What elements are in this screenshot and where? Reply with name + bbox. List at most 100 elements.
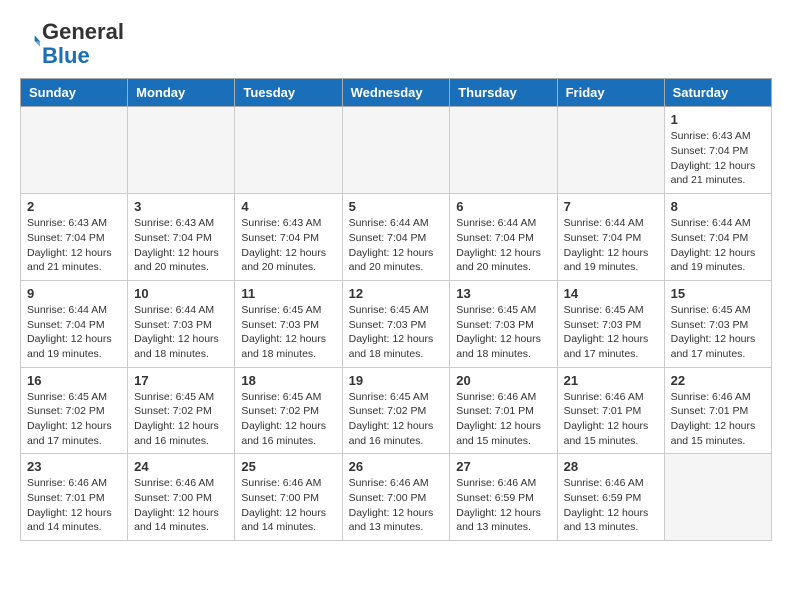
logo-text: GeneralBlue — [42, 20, 124, 68]
calendar-week-1: 1 Sunrise: 6:43 AM Sunset: 7:04 PM Daylig… — [21, 107, 772, 194]
calendar-cell — [21, 107, 128, 194]
day-info: Sunrise: 6:44 AM Sunset: 7:04 PM Dayligh… — [27, 303, 121, 362]
day-info: Sunrise: 6:45 AM Sunset: 7:02 PM Dayligh… — [27, 390, 121, 449]
day-number: 20 — [456, 373, 550, 388]
calendar-cell: 7 Sunrise: 6:44 AM Sunset: 7:04 PM Daylig… — [557, 194, 664, 281]
day-info: Sunrise: 6:43 AM Sunset: 7:04 PM Dayligh… — [134, 216, 228, 275]
day-info: Sunrise: 6:46 AM Sunset: 7:01 PM Dayligh… — [564, 390, 658, 449]
calendar-cell: 4Sunrise: 6:43 AM Sunset: 7:04 PM Daylig… — [235, 194, 342, 281]
calendar-cell: 8 Sunrise: 6:44 AM Sunset: 7:04 PM Daylig… — [664, 194, 771, 281]
day-info: Sunrise: 6:45 AM Sunset: 7:03 PM Dayligh… — [456, 303, 550, 362]
calendar-cell — [664, 454, 771, 541]
calendar-cell: 14 Sunrise: 6:45 AM Sunset: 7:03 PM Dayli… — [557, 280, 664, 367]
calendar-cell — [235, 107, 342, 194]
day-info: Sunrise: 6:43 AM Sunset: 7:04 PM Dayligh… — [241, 216, 335, 275]
day-number: 12 — [349, 286, 444, 301]
calendar-week-5: 23 Sunrise: 6:46 AM Sunset: 7:01 PM Dayli… — [21, 454, 772, 541]
day-info: Sunrise: 6:46 AM Sunset: 7:01 PM Dayligh… — [27, 476, 121, 535]
day-number: 26 — [349, 459, 444, 474]
day-number: 28 — [564, 459, 658, 474]
calendar-cell — [450, 107, 557, 194]
day-number: 24 — [134, 459, 228, 474]
calendar-cell — [557, 107, 664, 194]
day-number: 11 — [241, 286, 335, 301]
calendar-cell: 1 Sunrise: 6:43 AM Sunset: 7:04 PM Daylig… — [664, 107, 771, 194]
day-info: Sunrise: 6:46 AM Sunset: 6:59 PM Dayligh… — [456, 476, 550, 535]
weekday-monday: Monday — [128, 79, 235, 107]
day-number: 18 — [241, 373, 335, 388]
day-number: 25 — [241, 459, 335, 474]
day-number: 14 — [564, 286, 658, 301]
calendar-cell: 15Sunrise: 6:45 AM Sunset: 7:03 PM Dayli… — [664, 280, 771, 367]
calendar-cell: 24 Sunrise: 6:46 AM Sunset: 7:00 PM Dayli… — [128, 454, 235, 541]
day-info: Sunrise: 6:43 AM Sunset: 7:04 PM Dayligh… — [27, 216, 121, 275]
calendar-week-2: 2 Sunrise: 6:43 AM Sunset: 7:04 PM Daylig… — [21, 194, 772, 281]
day-number: 21 — [564, 373, 658, 388]
day-info: Sunrise: 6:45 AM Sunset: 7:02 PM Dayligh… — [241, 390, 335, 449]
calendar-cell: 23 Sunrise: 6:46 AM Sunset: 7:01 PM Dayli… — [21, 454, 128, 541]
calendar-cell: 27 Sunrise: 6:46 AM Sunset: 6:59 PM Dayli… — [450, 454, 557, 541]
calendar-cell: 6 Sunrise: 6:44 AM Sunset: 7:04 PM Daylig… — [450, 194, 557, 281]
day-number: 23 — [27, 459, 121, 474]
day-info: Sunrise: 6:45 AM Sunset: 7:03 PM Dayligh… — [564, 303, 658, 362]
calendar-cell: 13 Sunrise: 6:45 AM Sunset: 7:03 PM Dayli… — [450, 280, 557, 367]
weekday-wednesday: Wednesday — [342, 79, 450, 107]
calendar-cell: 18 Sunrise: 6:45 AM Sunset: 7:02 PM Dayli… — [235, 367, 342, 454]
day-number: 13 — [456, 286, 550, 301]
calendar-cell: 3 Sunrise: 6:43 AM Sunset: 7:04 PM Daylig… — [128, 194, 235, 281]
logo-icon — [20, 32, 40, 52]
day-number: 7 — [564, 199, 658, 214]
day-info: Sunrise: 6:46 AM Sunset: 7:01 PM Dayligh… — [456, 390, 550, 449]
calendar-cell: 17 Sunrise: 6:45 AM Sunset: 7:02 PM Dayli… — [128, 367, 235, 454]
calendar-cell: 11 Sunrise: 6:45 AM Sunset: 7:03 PM Dayli… — [235, 280, 342, 367]
logo: GeneralBlue — [20, 20, 124, 68]
calendar-cell: 20 Sunrise: 6:46 AM Sunset: 7:01 PM Dayli… — [450, 367, 557, 454]
day-number: 1 — [671, 112, 765, 127]
day-info: Sunrise: 6:46 AM Sunset: 6:59 PM Dayligh… — [564, 476, 658, 535]
day-number: 8 — [671, 199, 765, 214]
day-info: Sunrise: 6:46 AM Sunset: 7:00 PM Dayligh… — [134, 476, 228, 535]
weekday-friday: Friday — [557, 79, 664, 107]
calendar-cell: 5Sunrise: 6:44 AM Sunset: 7:04 PM Daylig… — [342, 194, 450, 281]
day-info: Sunrise: 6:46 AM Sunset: 7:00 PM Dayligh… — [241, 476, 335, 535]
weekday-saturday: Saturday — [664, 79, 771, 107]
calendar-cell: 10Sunrise: 6:44 AM Sunset: 7:03 PM Dayli… — [128, 280, 235, 367]
day-info: Sunrise: 6:44 AM Sunset: 7:04 PM Dayligh… — [564, 216, 658, 275]
day-info: Sunrise: 6:44 AM Sunset: 7:04 PM Dayligh… — [671, 216, 765, 275]
calendar-cell: 9Sunrise: 6:44 AM Sunset: 7:04 PM Daylig… — [21, 280, 128, 367]
day-info: Sunrise: 6:45 AM Sunset: 7:02 PM Dayligh… — [134, 390, 228, 449]
day-info: Sunrise: 6:45 AM Sunset: 7:03 PM Dayligh… — [241, 303, 335, 362]
calendar-body: 1 Sunrise: 6:43 AM Sunset: 7:04 PM Daylig… — [21, 107, 772, 541]
day-number: 16 — [27, 373, 121, 388]
day-info: Sunrise: 6:45 AM Sunset: 7:02 PM Dayligh… — [349, 390, 444, 449]
weekday-tuesday: Tuesday — [235, 79, 342, 107]
day-number: 17 — [134, 373, 228, 388]
page-header: GeneralBlue — [20, 20, 772, 68]
day-number: 6 — [456, 199, 550, 214]
day-number: 19 — [349, 373, 444, 388]
calendar-cell — [342, 107, 450, 194]
day-number: 27 — [456, 459, 550, 474]
calendar-cell: 25 Sunrise: 6:46 AM Sunset: 7:00 PM Dayli… — [235, 454, 342, 541]
calendar-cell — [128, 107, 235, 194]
day-number: 22 — [671, 373, 765, 388]
day-info: Sunrise: 6:44 AM Sunset: 7:04 PM Dayligh… — [349, 216, 444, 275]
calendar-table: SundayMondayTuesdayWednesdayThursdayFrid… — [20, 78, 772, 541]
calendar-cell: 12Sunrise: 6:45 AM Sunset: 7:03 PM Dayli… — [342, 280, 450, 367]
day-info: Sunrise: 6:44 AM Sunset: 7:04 PM Dayligh… — [456, 216, 550, 275]
day-info: Sunrise: 6:43 AM Sunset: 7:04 PM Dayligh… — [671, 129, 765, 188]
calendar-cell: 21 Sunrise: 6:46 AM Sunset: 7:01 PM Dayli… — [557, 367, 664, 454]
day-number: 3 — [134, 199, 228, 214]
day-info: Sunrise: 6:46 AM Sunset: 7:00 PM Dayligh… — [349, 476, 444, 535]
calendar-cell: 28 Sunrise: 6:46 AM Sunset: 6:59 PM Dayli… — [557, 454, 664, 541]
calendar-cell: 26 Sunrise: 6:46 AM Sunset: 7:00 PM Dayli… — [342, 454, 450, 541]
day-info: Sunrise: 6:45 AM Sunset: 7:03 PM Dayligh… — [671, 303, 765, 362]
calendar-cell: 22Sunrise: 6:46 AM Sunset: 7:01 PM Dayli… — [664, 367, 771, 454]
weekday-header-row: SundayMondayTuesdayWednesdayThursdayFrid… — [21, 79, 772, 107]
calendar-week-4: 16 Sunrise: 6:45 AM Sunset: 7:02 PM Dayli… — [21, 367, 772, 454]
calendar-cell: 19 Sunrise: 6:45 AM Sunset: 7:02 PM Dayli… — [342, 367, 450, 454]
day-number: 10 — [134, 286, 228, 301]
calendar-week-3: 9Sunrise: 6:44 AM Sunset: 7:04 PM Daylig… — [21, 280, 772, 367]
weekday-sunday: Sunday — [21, 79, 128, 107]
day-number: 2 — [27, 199, 121, 214]
